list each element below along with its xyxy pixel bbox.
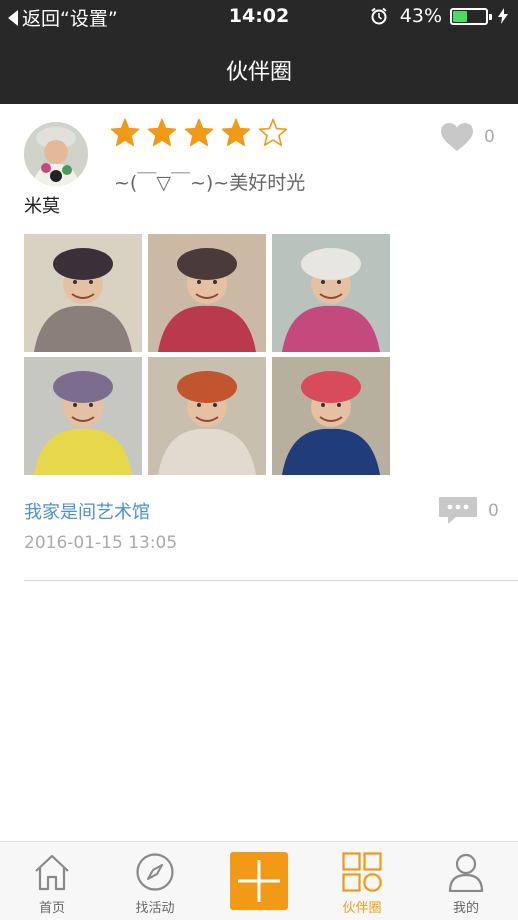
star-filled-icon xyxy=(221,118,251,146)
star-filled-icon xyxy=(147,118,177,146)
comment-icon xyxy=(439,497,477,524)
star-empty-icon xyxy=(258,118,288,146)
battery-icon xyxy=(450,7,492,25)
tab-partner-circle[interactable]: 伙伴圈 xyxy=(322,842,402,920)
comment-button[interactable]: 0 xyxy=(438,496,499,526)
tab-mine[interactable]: 我的 xyxy=(426,842,506,920)
tab-home-label: 首页 xyxy=(38,901,65,916)
nav-bar: 伙伴圈 xyxy=(0,34,518,104)
tab-partner-circle-label: 伙伴圈 xyxy=(342,901,382,916)
divider xyxy=(24,580,518,581)
page-title: 伙伴圈 xyxy=(225,60,292,85)
heart-icon xyxy=(441,123,473,151)
plus-icon xyxy=(238,860,280,902)
tab-find-activities[interactable]: 找活动 xyxy=(115,842,195,920)
like-count: 0 xyxy=(484,127,495,147)
group-link[interactable]: 我家是间艺术馆 xyxy=(24,498,150,524)
status-right: 43% xyxy=(370,5,508,27)
add-post-button[interactable] xyxy=(230,852,288,910)
photo-thumbnail[interactable] xyxy=(24,357,142,475)
compass-icon xyxy=(136,853,174,891)
post-text: ~(￣▽￣~)~美好时光 xyxy=(114,172,306,194)
photo-thumbnail[interactable] xyxy=(24,234,142,352)
tab-find-activities-label: 找活动 xyxy=(135,901,175,916)
tab-home[interactable]: 首页 xyxy=(12,842,92,920)
post-timestamp: 2016-01-15 13:05 xyxy=(24,533,178,553)
photo-thumbnail[interactable] xyxy=(272,234,390,352)
charging-bolt-icon xyxy=(498,8,508,24)
rating-stars xyxy=(110,118,295,148)
avatar-image xyxy=(24,122,88,186)
person-icon xyxy=(448,853,484,892)
photo-thumbnail[interactable] xyxy=(148,234,266,352)
photo-thumbnail[interactable] xyxy=(272,357,390,475)
avatar[interactable] xyxy=(24,122,88,186)
photo-thumbnail[interactable] xyxy=(148,357,266,475)
home-icon xyxy=(35,854,69,891)
like-button[interactable]: 0 xyxy=(440,122,495,152)
tab-bar: 首页 找活动 伙伴圈 我的 xyxy=(0,841,518,920)
star-filled-icon xyxy=(110,118,140,146)
grid-icon xyxy=(342,852,382,892)
battery-percent: 43% xyxy=(399,5,442,27)
status-bar: 返回“设置” 14:02 43% xyxy=(0,0,518,34)
alarm-icon xyxy=(371,7,387,25)
username[interactable]: 米莫 xyxy=(24,192,60,218)
star-filled-icon xyxy=(184,118,214,146)
comment-count: 0 xyxy=(488,501,499,521)
tab-mine-label: 我的 xyxy=(452,901,479,916)
